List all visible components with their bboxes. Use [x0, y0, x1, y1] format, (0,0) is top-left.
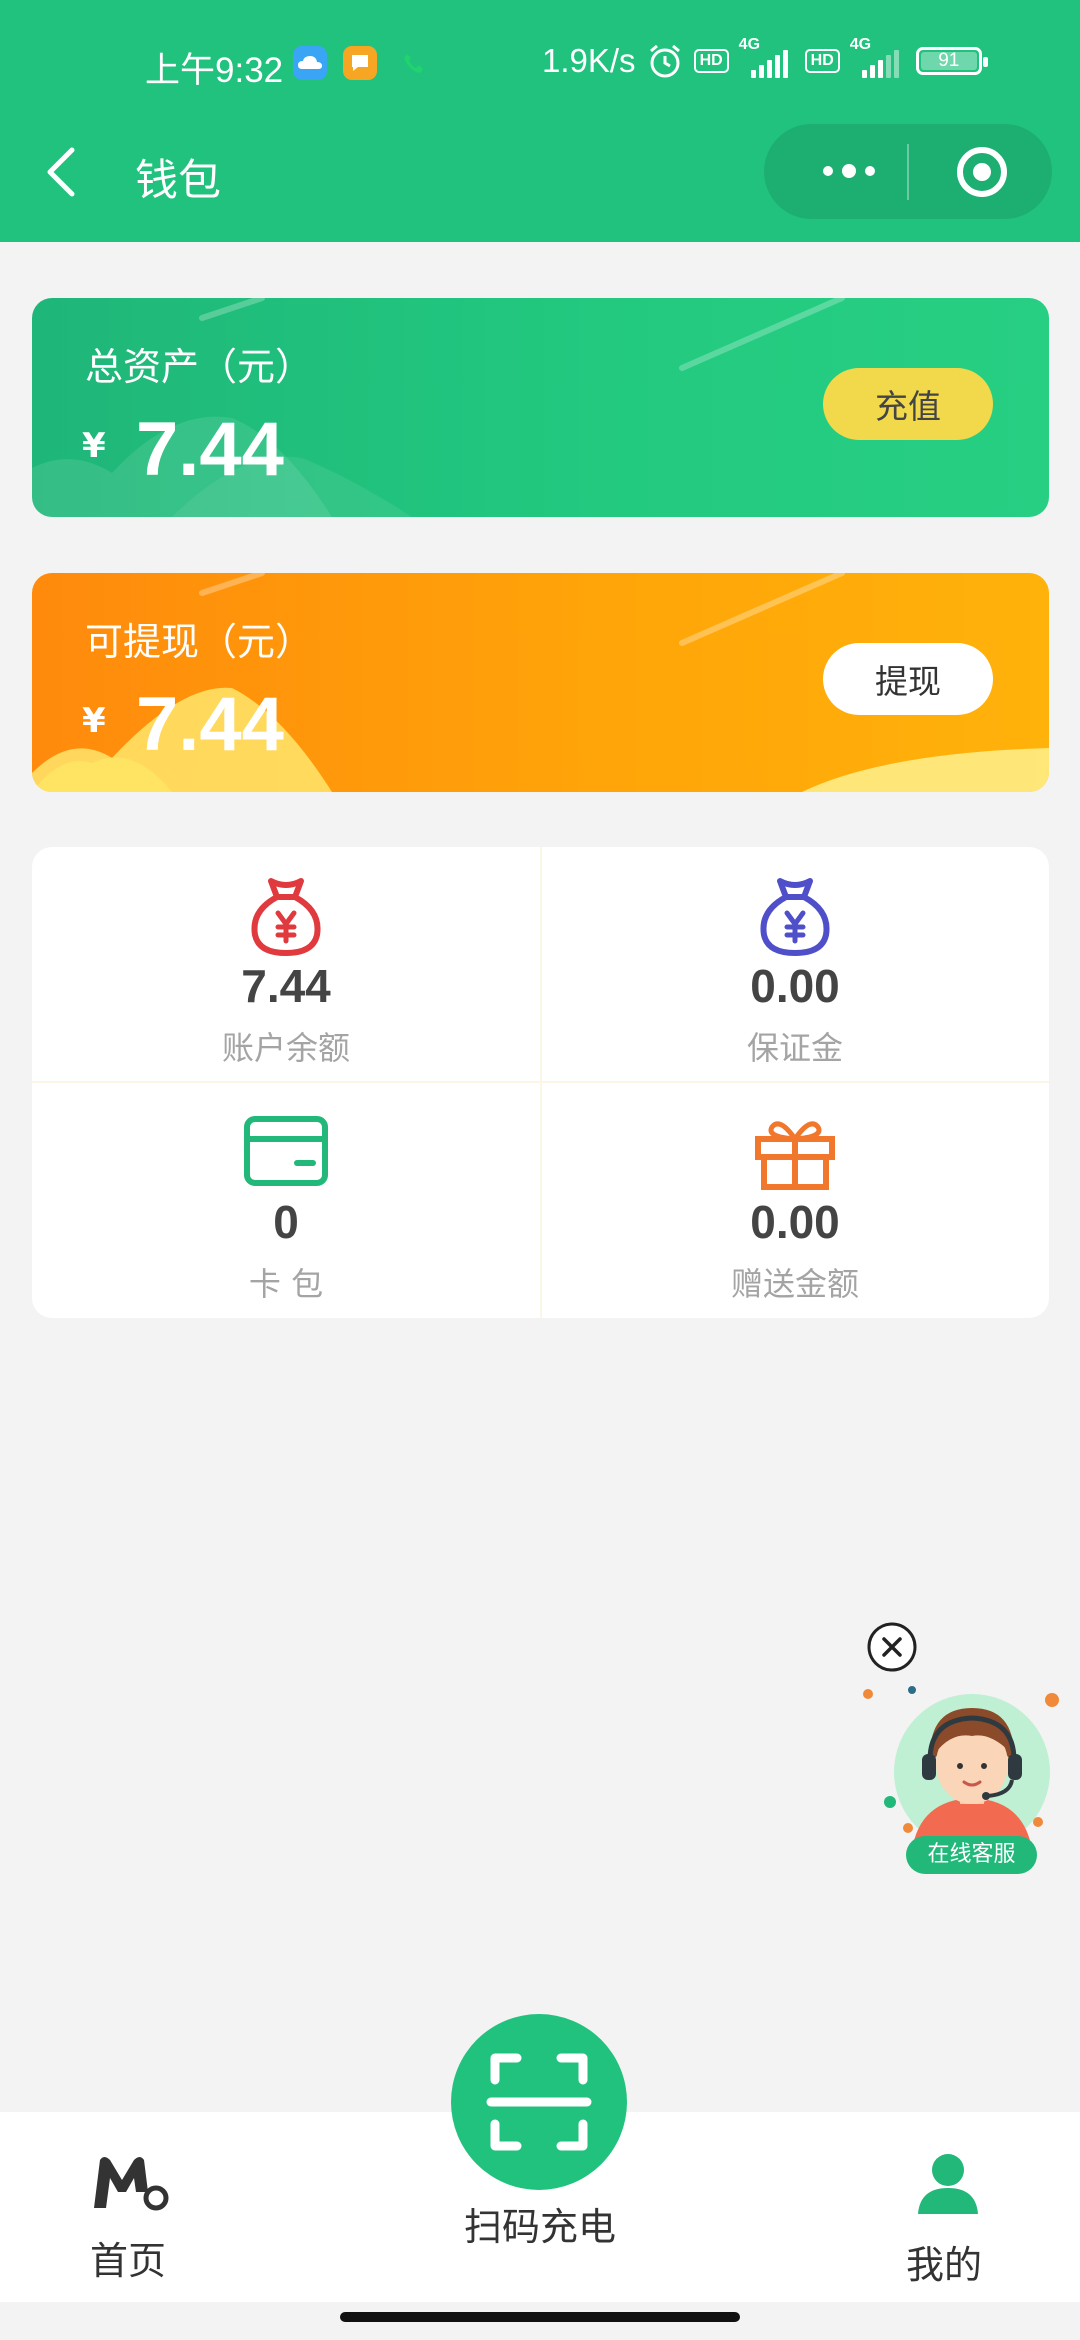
chevron-left-icon	[47, 147, 75, 197]
cloud-app-icon	[293, 46, 327, 80]
title-bar: 钱包	[0, 124, 1080, 242]
recharge-button[interactable]: 充值	[823, 368, 993, 440]
stat-label: 卡 包	[248, 1265, 324, 1303]
stat-value: 7.44	[241, 960, 331, 1012]
withdrawable-label: 可提现（元）	[85, 620, 314, 664]
close-circle-icon	[867, 1622, 917, 1672]
total-assets-card: 总资产（元） ¥ 7.44 充值	[32, 298, 1049, 517]
capsule-close-button[interactable]	[954, 144, 1010, 200]
stat-label: 赠送金额	[730, 1265, 859, 1303]
header: 上午9:32 1.9K/s HD 4G HD 4G 91 钱包	[0, 0, 1080, 242]
withdrawable-card: 可提现（元） ¥ 7.44 提现	[32, 573, 1049, 792]
stat-bonus-amount[interactable]: 0.00 赠送金额	[541, 1083, 1049, 1317]
scan-charge-button[interactable]	[451, 2014, 627, 2190]
mini-program-capsule	[764, 124, 1052, 219]
money-bag-icon	[251, 878, 321, 956]
network-speed: 1.9K/s	[542, 42, 636, 79]
wallet-stats-grid: 7.44 账户余额 0.00 保证金 0 卡 包 0.00 赠送金额	[32, 847, 1049, 1318]
back-button[interactable]	[36, 142, 96, 202]
hd-badge: HD	[693, 49, 729, 73]
scan-charge-label: 扫码充电	[463, 2205, 616, 2249]
stat-label: 保证金	[746, 1029, 843, 1067]
stat-account-balance[interactable]: 7.44 账户余额	[32, 847, 540, 1081]
capsule-divider	[907, 144, 909, 200]
alarm-icon	[649, 44, 680, 78]
page-title: 钱包	[135, 156, 221, 206]
signal-sim1: 4G	[739, 36, 795, 78]
scan-icon	[486, 2053, 592, 2151]
customer-service-close-button[interactable]	[866, 1621, 918, 1673]
hd-badge: HD	[804, 49, 840, 73]
card-icon	[244, 1116, 328, 1186]
status-indicators: 1.9K/s HD 4G HD 4G 91	[542, 36, 988, 80]
phone-app-icon	[396, 46, 430, 80]
more-button[interactable]	[804, 146, 894, 196]
battery-level: 91	[938, 50, 960, 71]
money-bag-icon	[760, 878, 830, 956]
stat-value: 0.00	[750, 960, 840, 1012]
status-time: 上午9:32	[145, 51, 284, 90]
withdrawable-amount: 7.44	[136, 682, 284, 767]
currency-symbol: ¥	[82, 426, 106, 466]
status-bar: 上午9:32 1.9K/s HD 4G HD 4G 91	[0, 0, 1080, 128]
stat-value: 0.00	[750, 1196, 840, 1248]
stat-card-wallet[interactable]: 0 卡 包	[32, 1083, 540, 1317]
target-close-icon	[957, 147, 1007, 197]
currency-symbol: ¥	[82, 701, 106, 741]
total-assets-label: 总资产（元）	[85, 345, 314, 389]
more-dots-icon	[823, 166, 833, 176]
stat-deposit[interactable]: 0.00 保证金	[541, 847, 1049, 1081]
stat-label: 账户余额	[221, 1029, 350, 1067]
total-assets-amount: 7.44	[136, 407, 284, 492]
gift-icon	[755, 1121, 835, 1190]
customer-service-label[interactable]: 在线客服	[906, 1836, 1037, 1874]
home-indicator[interactable]	[340, 2312, 740, 2322]
battery-icon: 91	[915, 47, 988, 75]
withdraw-button[interactable]: 提现	[823, 643, 993, 715]
signal-sim2: 4G	[850, 36, 906, 78]
stat-value: 0	[273, 1196, 299, 1248]
message-app-icon	[343, 46, 377, 80]
